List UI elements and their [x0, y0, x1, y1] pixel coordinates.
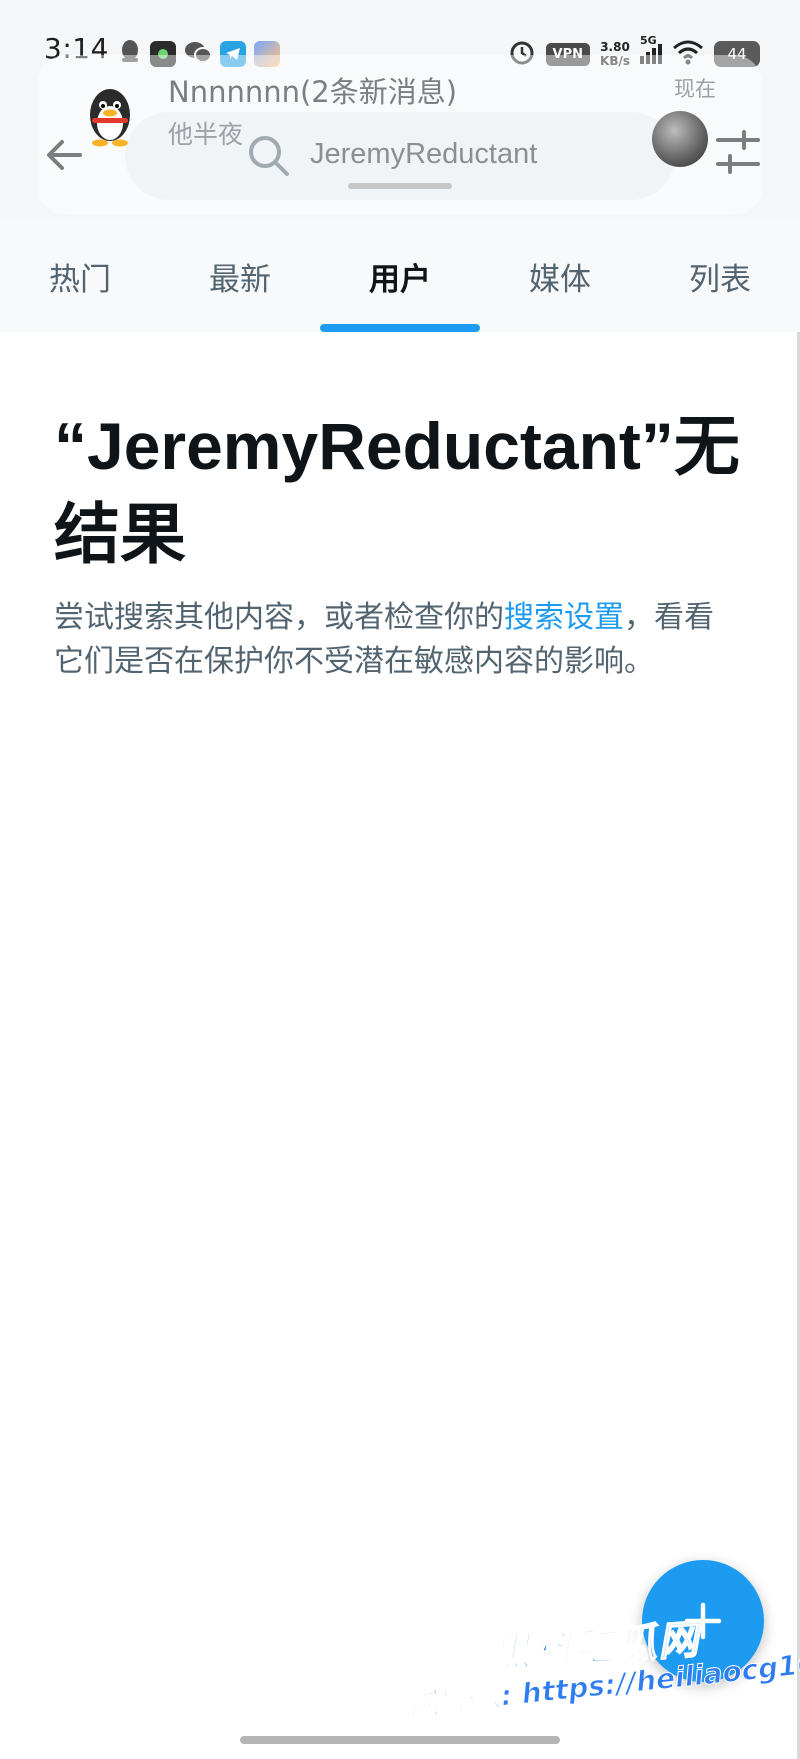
search-tabs: 热门 最新 用户 媒体 列表 — [0, 220, 800, 332]
tab-lists[interactable]: 列表 — [640, 220, 800, 332]
search-settings-link[interactable]: 搜索设置 — [504, 600, 624, 635]
notification-time: 现在 — [674, 77, 716, 101]
notification-drag-handle[interactable] — [348, 183, 452, 189]
notification-banner[interactable]: Nnnnnnn(2条新消息) 他半夜 现在 — [38, 55, 762, 215]
tab-media[interactable]: 媒体 — [480, 220, 640, 332]
tab-top[interactable]: 热门 — [0, 220, 160, 332]
qq-penguin-icon — [82, 85, 138, 147]
notification-body: 他半夜 — [168, 120, 244, 149]
home-gesture-bar[interactable] — [240, 1736, 560, 1744]
active-tab-indicator — [320, 324, 480, 332]
notification-avatar — [652, 111, 708, 167]
tab-latest[interactable]: 最新 — [160, 220, 320, 332]
notification-title: Nnnnnnn(2条新消息) — [168, 75, 458, 109]
empty-state-description: 尝试搜索其他内容，或者检查你的搜索设置，看看它们是否在保护你不受潜在敏感内容的影… — [54, 596, 734, 684]
empty-state-text: 尝试搜索其他内容，或者检查你的 — [54, 600, 504, 635]
tab-people[interactable]: 用户 — [320, 220, 480, 332]
empty-state-title: “JeremyReductant”无结果 — [54, 409, 740, 571]
